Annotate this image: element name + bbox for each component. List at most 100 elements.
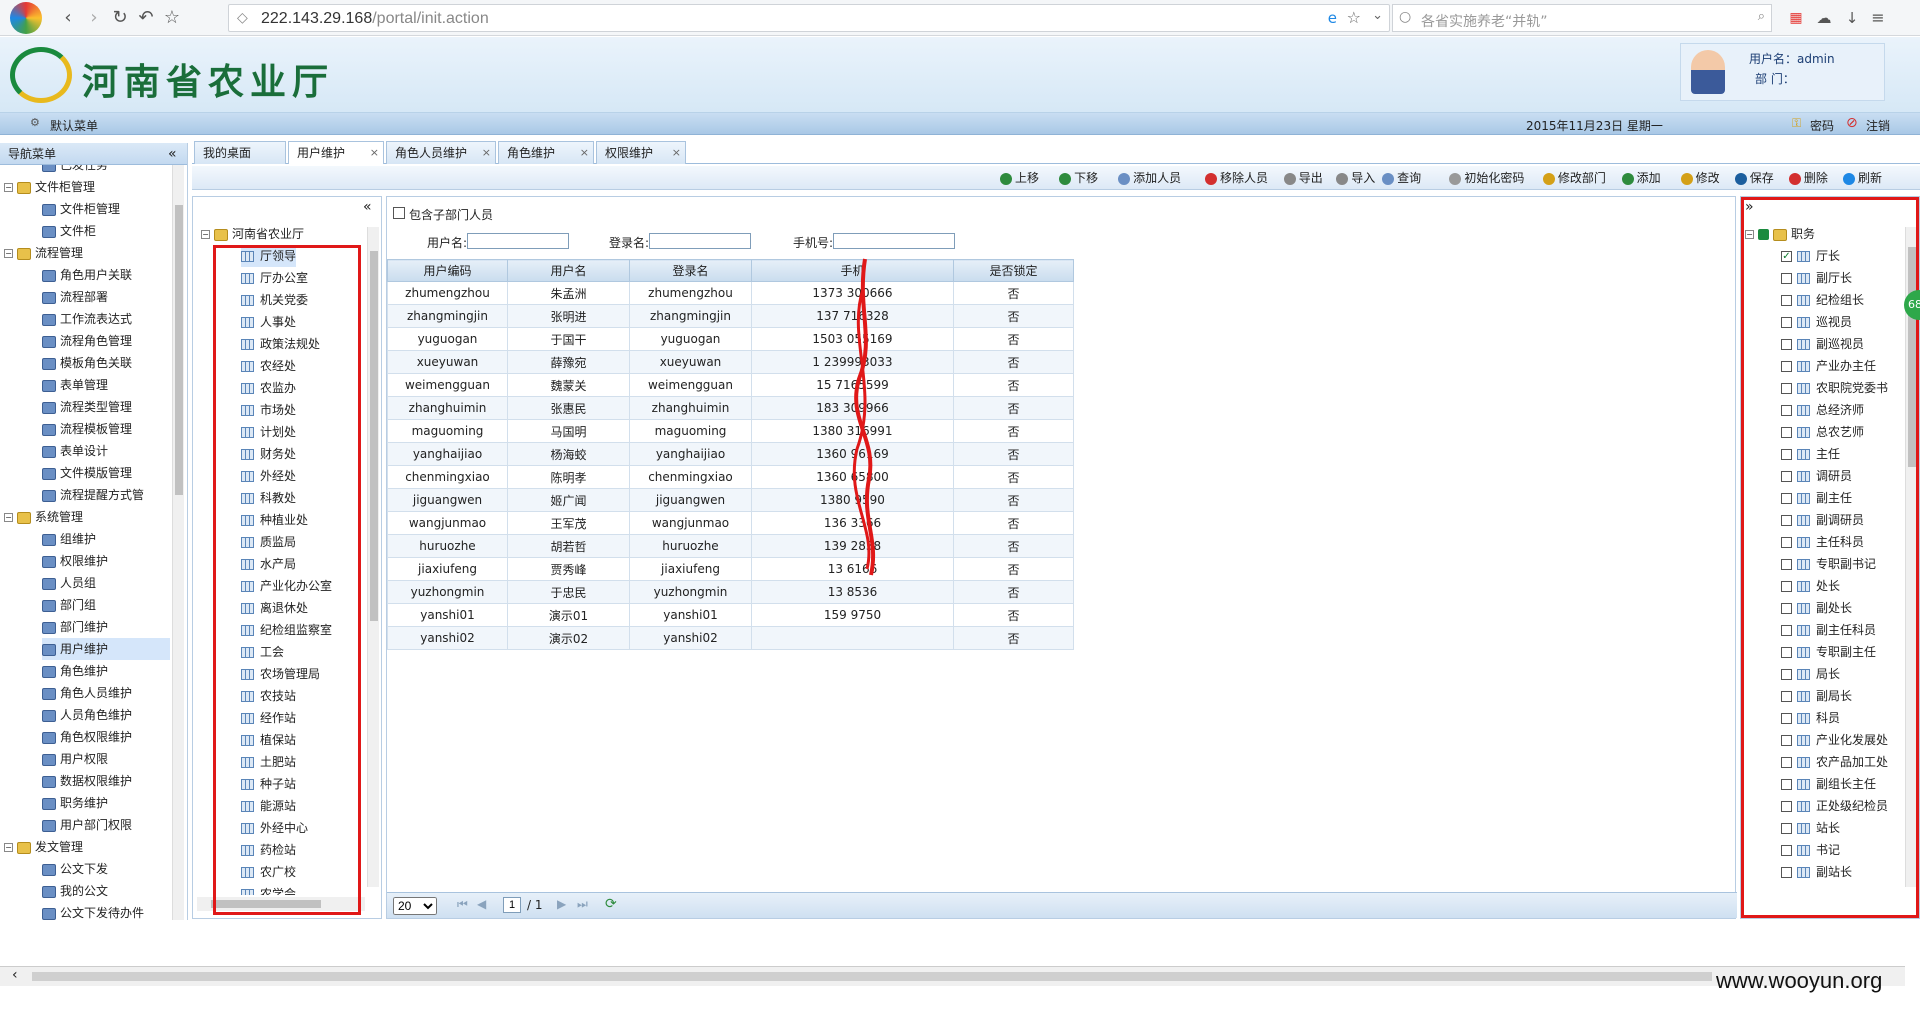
page-number-input[interactable]: [503, 897, 521, 913]
address-bar[interactable]: ◇ 222.143.29.168/portal/init.action e ☆ …: [228, 4, 1390, 32]
sidebar-item[interactable]: 已发任务: [42, 165, 170, 176]
page-hscrollbar[interactable]: ‹: [0, 966, 1905, 986]
sidebar-item[interactable]: 角色用户关联: [42, 264, 170, 286]
sidebar-item[interactable]: 用户部门权限: [42, 814, 170, 836]
column-header[interactable]: 用户编码: [387, 259, 508, 282]
collapse-nav-icon[interactable]: «: [168, 143, 177, 165]
sidebar-item[interactable]: 公文下发: [42, 858, 170, 880]
sidebar-item[interactable]: 组维护: [42, 528, 170, 550]
page-size-select[interactable]: 20: [393, 897, 437, 915]
table-row[interactable]: maguoming 马国明 maguoming 1380 316991 否: [387, 419, 1074, 443]
tab[interactable]: 用户维护 ×: [288, 141, 384, 164]
first-page-icon[interactable]: ⏮: [457, 897, 468, 912]
table-row[interactable]: yanshi02 演示02 yanshi02 否: [387, 626, 1074, 650]
sidebar-item[interactable]: 流程提醒方式管: [42, 484, 170, 506]
sidebar-item[interactable]: 用户权限: [42, 748, 170, 770]
sidebar-item[interactable]: − 文件柜管理: [4, 176, 170, 198]
collapse-toggle-icon[interactable]: −: [201, 230, 210, 239]
toolbar-button[interactable]: 导出: [1283, 169, 1323, 187]
sidebar-item[interactable]: 流程部署: [42, 286, 170, 308]
include-sub-checkbox[interactable]: [393, 207, 405, 219]
org-tree-root[interactable]: − 河南省农业厅: [201, 223, 304, 245]
sidebar-item[interactable]: 文件柜管理: [42, 198, 170, 220]
toolbar-button[interactable]: 移除人员: [1205, 169, 1268, 187]
toolbar-button[interactable]: 添加人员: [1118, 169, 1181, 187]
table-row[interactable]: jiguangwen 姬广闻 jiguangwen 1380 9590 否: [387, 488, 1074, 512]
cloud-icon[interactable]: ☁: [1812, 6, 1836, 30]
collapse-toggle-icon[interactable]: −: [4, 843, 13, 852]
reload-icon[interactable]: ↻: [108, 6, 132, 30]
scroll-left-icon[interactable]: ‹: [12, 967, 18, 983]
menu-icon[interactable]: ≡: [1866, 6, 1890, 30]
column-header[interactable]: 是否锁定: [953, 259, 1074, 282]
toolbar-button[interactable]: 查询: [1382, 169, 1421, 187]
table-row[interactable]: weimengguan 魏蒙关 weimengguan 15 7165599 否: [387, 373, 1074, 397]
toolbar-button[interactable]: 删除: [1788, 169, 1828, 187]
sidebar-item[interactable]: − 流程管理: [4, 242, 170, 264]
search-go-icon[interactable]: ⌕: [1758, 9, 1765, 24]
sidebar-item[interactable]: 模板角色关联: [42, 352, 170, 374]
sidebar-item[interactable]: 工作流表达式: [42, 308, 170, 330]
sidebar-item[interactable]: 表单设计: [42, 440, 170, 462]
sidebar-item[interactable]: 文件柜: [42, 220, 170, 242]
back-icon[interactable]: ‹: [56, 6, 80, 30]
toolbar-button[interactable]: 修改部门: [1542, 169, 1606, 187]
last-page-icon[interactable]: ⏭: [577, 897, 588, 912]
browser-search-box[interactable]: ○ 各省实施养老“并轨” ⌕: [1392, 4, 1772, 32]
table-row[interactable]: wangjunmao 王军茂 wangjunmao 136 3366 否: [387, 511, 1074, 535]
table-row[interactable]: jiaxiufeng 贾秀峰 jiaxiufeng 13 6166 否: [387, 557, 1074, 581]
default-menu-label[interactable]: 默认菜单: [50, 117, 98, 134]
table-row[interactable]: huruozhe 胡若哲 huruozhe 139 2838 否: [387, 534, 1074, 558]
sidebar-item[interactable]: 数据权限维护: [42, 770, 170, 792]
favorite-star-icon[interactable]: ☆: [1347, 8, 1361, 27]
sidebar-item[interactable]: 部门维护: [42, 616, 170, 638]
sidebar-item[interactable]: 表单管理: [42, 374, 170, 396]
toolbar-button[interactable]: 刷新: [1843, 169, 1882, 187]
column-header[interactable]: 用户名: [507, 259, 630, 282]
ie-mode-icon[interactable]: e: [1328, 9, 1337, 27]
next-page-icon[interactable]: ▶: [557, 897, 566, 911]
sidebar-item[interactable]: 流程角色管理: [42, 330, 170, 352]
toolbar-button[interactable]: 添加: [1621, 169, 1661, 187]
column-header[interactable]: 登录名: [629, 259, 752, 282]
apps-grid-icon[interactable]: ▦: [1784, 6, 1808, 30]
chevron-down-icon[interactable]: ⌄: [1372, 8, 1383, 23]
tab-close-icon[interactable]: ×: [370, 142, 379, 164]
table-row[interactable]: yanghaijiao 杨海蛟 yanghaijiao 1360 96169 否: [387, 442, 1074, 466]
sidebar-item[interactable]: 我的公文: [42, 880, 170, 902]
sidebar-item[interactable]: 公文下发待办件: [42, 902, 170, 920]
sidebar-item[interactable]: − 发文管理: [4, 836, 170, 858]
table-row[interactable]: yuguogan 于国干 yuguogan 1503 055169 否: [387, 327, 1074, 351]
tab[interactable]: 角色人员维护 ×: [386, 141, 496, 164]
prev-page-icon[interactable]: ◀: [477, 897, 486, 911]
tab-close-icon[interactable]: ×: [672, 142, 681, 164]
login-filter-input[interactable]: [649, 233, 751, 249]
collapse-toggle-icon[interactable]: −: [4, 513, 13, 522]
toolbar-button[interactable]: 导入: [1336, 169, 1375, 187]
table-row[interactable]: yuzhongmin 于忠民 yuzhongmin 13 8536 否: [387, 580, 1074, 604]
sidebar-item[interactable]: 流程类型管理: [42, 396, 170, 418]
download-icon[interactable]: ↓: [1840, 6, 1864, 30]
toolbar-button[interactable]: 初始化密码: [1449, 169, 1524, 187]
refresh-page-icon[interactable]: ⟳: [605, 896, 617, 912]
bookmark-star-icon[interactable]: ☆: [160, 6, 184, 30]
table-row[interactable]: yanshi01 演示01 yanshi01 159 9750 否: [387, 603, 1074, 627]
table-row[interactable]: chenmingxiao 陈明孝 chenmingxiao 1360 65800 否: [387, 465, 1074, 489]
sidebar-item[interactable]: 文件模版管理: [42, 462, 170, 484]
password-link[interactable]: 密码: [1810, 117, 1834, 134]
sidebar-item[interactable]: 用户维护: [42, 638, 170, 660]
undo-icon[interactable]: ↶: [134, 6, 158, 30]
toolbar-button[interactable]: 下移: [1059, 169, 1098, 187]
table-row[interactable]: xueyuwan 薛豫宛 xueyuwan 1 239993033 否: [387, 350, 1074, 374]
table-row[interactable]: zhangmingjin 张明进 zhangmingjin 137 716328 否: [387, 304, 1074, 328]
username-filter-input[interactable]: [467, 233, 569, 249]
tab-close-icon[interactable]: ×: [580, 142, 589, 164]
sidebar-item[interactable]: 部门组: [42, 594, 170, 616]
sidebar-item[interactable]: 人员角色维护: [42, 704, 170, 726]
toolbar-button[interactable]: 修改: [1680, 169, 1720, 187]
nav-scrollbar[interactable]: [172, 165, 184, 920]
sidebar-item[interactable]: 角色人员维护: [42, 682, 170, 704]
sidebar-item[interactable]: 人员组: [42, 572, 170, 594]
tab-close-icon[interactable]: ×: [482, 142, 491, 164]
toolbar-button[interactable]: 上移: [1000, 169, 1039, 187]
